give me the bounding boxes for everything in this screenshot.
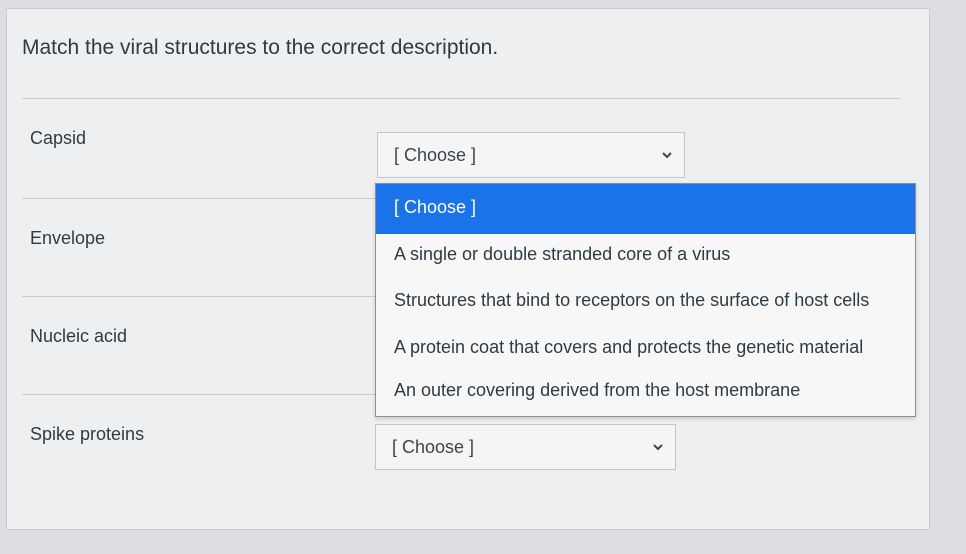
spike-proteins-select[interactable]: [ Choose ] (375, 424, 676, 470)
item-label-spike-proteins: Spike proteins (30, 424, 145, 444)
capsid-select-value: [ Choose ] (394, 145, 477, 165)
capsid-dropdown-menu: [ Choose ] A single or double stranded c… (375, 183, 916, 417)
dropdown-option[interactable]: An outer covering derived from the host … (376, 378, 915, 402)
dropdown-option-choose[interactable]: [ Choose ] (376, 184, 915, 234)
item-label-envelope: Envelope (30, 228, 106, 248)
divider (22, 394, 375, 395)
item-label-capsid: Capsid (30, 128, 87, 148)
chevron-down-icon (662, 152, 672, 159)
dropdown-option[interactable]: Structures that bind to receptors on the… (376, 288, 915, 312)
dropdown-option[interactable]: A protein coat that covers and protects … (376, 335, 915, 359)
dropdown-option[interactable]: A single or double stranded core of a vi… (376, 242, 915, 266)
item-label-nucleic-acid: Nucleic acid (30, 326, 128, 346)
divider (22, 98, 900, 99)
capsid-select[interactable]: [ Choose ] (377, 132, 685, 178)
question-prompt: Match the viral structures to the correc… (22, 36, 499, 59)
spike-proteins-select-value: [ Choose ] (392, 437, 475, 457)
chevron-down-icon (653, 444, 663, 451)
divider (22, 198, 375, 199)
divider (22, 296, 375, 297)
